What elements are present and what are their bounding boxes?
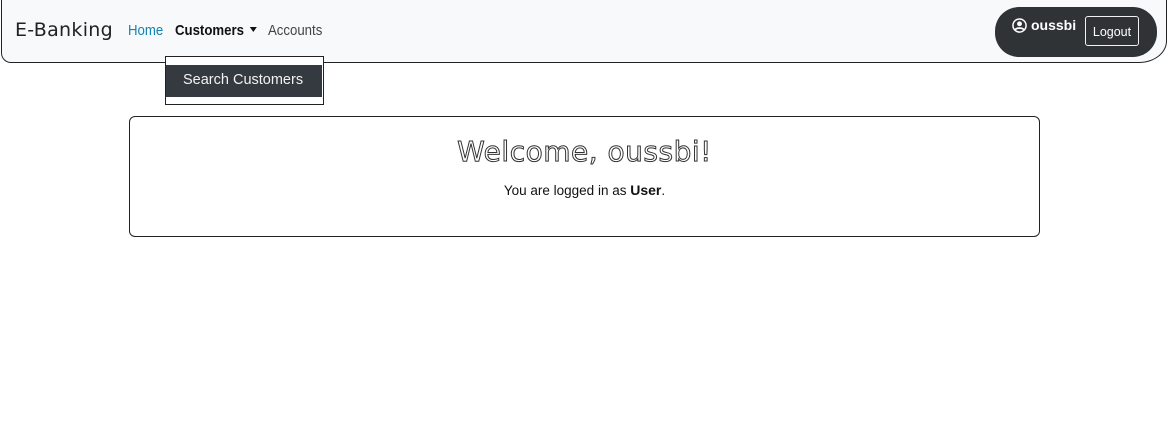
login-status-prefix: You are logged in as	[503, 183, 631, 198]
user-panel: oussbi Logout	[995, 7, 1157, 57]
username-label: oussbi	[1031, 17, 1077, 33]
user-circle-icon	[1012, 18, 1027, 33]
login-status-suffix: .	[661, 183, 666, 198]
nav-link-customers-label: Customers	[175, 22, 244, 39]
logout-button[interactable]: Logout	[1085, 16, 1139, 46]
nav-link-customers[interactable]: Customers	[175, 22, 258, 39]
login-status-text: You are logged in as User.	[130, 182, 1039, 198]
top-navbar: E-Banking Home Customers Accounts oussbi…	[1, 0, 1167, 63]
nav-link-accounts[interactable]: Accounts	[268, 22, 322, 39]
caret-down-icon	[250, 27, 258, 32]
brand-logo-text[interactable]: E-Banking	[15, 19, 113, 41]
welcome-card: Welcome, oussbi! You are logged in as Us…	[129, 116, 1040, 237]
welcome-heading: Welcome, oussbi!	[457, 135, 712, 169]
nav-link-home[interactable]: Home	[128, 22, 163, 39]
user-role: User	[630, 182, 662, 198]
customers-dropdown-menu: Search Customers	[165, 56, 324, 105]
dropdown-item-search-customers[interactable]: Search Customers	[166, 65, 322, 97]
